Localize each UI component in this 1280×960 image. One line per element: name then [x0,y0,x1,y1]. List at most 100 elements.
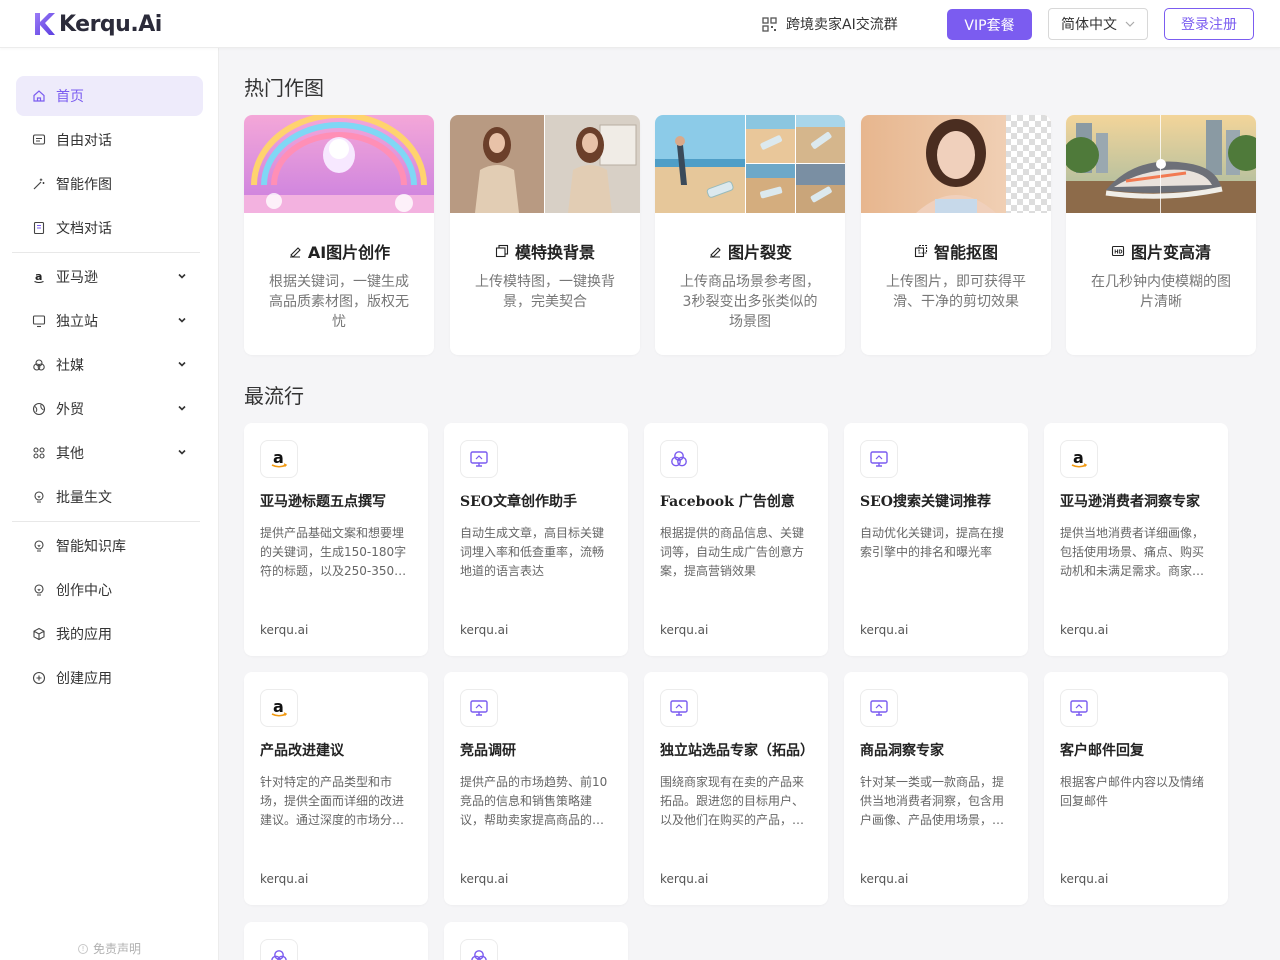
vip-plan-button[interactable]: VIP套餐 [947,9,1032,40]
sidebar-item-foreign-trade[interactable]: 外贸 [16,389,203,429]
app-title: 亚马逊消费者洞察专家 [1060,494,1200,510]
sidebar-item-document-chat[interactable]: 文档对话 [16,208,203,248]
app-title: SEO搜索关键词推荐 [860,494,991,510]
social-icon [260,939,298,960]
app-title: 竞品调研 [460,743,516,759]
sidebar-item-batch-generation[interactable]: 批量生文 [16,477,203,517]
feature-title: AI图片创作 [244,239,434,263]
feature-card-image-fission[interactable]: 图片裂变 上传商品场景参考图，3秒裂变出多张类似的场景图 [655,115,845,355]
app-domain: kerqu.ai [860,872,909,886]
app-card[interactable]: 商品洞察专家 针对某一类或一款商品，提供当地消费者洞察，包含用户画像、产品使用场… [844,672,1028,905]
plus-circle-icon [32,671,46,685]
brush-icon [289,247,301,258]
app-card[interactable]: a 亚马逊标题五点撰写 提供产品基础文案和想要埋的关键词，生成150-180字符… [244,423,428,656]
chat-icon [32,133,46,147]
app-description: 针对某一类或一款商品，提供当地消费者洞察，包含用户画像、产品使用场景，痛点分析 [860,775,1005,827]
sidebar-item-independent-site[interactable]: 独立站 [16,301,203,341]
feature-description: 在几秒钟内使模糊的图片清晰 [1091,274,1231,310]
sidebar-item-smart-drawing[interactable]: 智能作图 [16,164,203,204]
app-title: 独立站选品专家（拓品） [660,743,814,759]
app-card[interactable]: a 产品改进建议 针对特定的产品类型和市场，提供全面而详细的改进建议。通过深度的… [244,672,428,905]
app-description: 针对特定的产品类型和市场，提供全面而详细的改进建议。通过深度的市场分析给出方案 [260,775,405,827]
app-domain: kerqu.ai [660,872,709,886]
chevron-down-icon [178,317,186,323]
login-register-button[interactable]: 登录注册 [1164,8,1254,40]
logo-k-icon [35,13,55,35]
app-card[interactable]: SEO搜索关键词推荐 自动优化关键词，提高在搜索引擎中的排名和曝光率 kerqu… [844,423,1028,656]
app-card[interactable]: 客户邮件回复 根据客户邮件内容以及情绪回复邮件 kerqu.ai [1044,672,1228,905]
app-description: 围绕商家现有在卖的产品来拓品。跟进您的目标用户、以及他们在购买的产品，推荐新品 [660,775,805,827]
feature-thumbnail [655,115,845,213]
app-description: 提供当地消费者详细画像，包括使用场景、痛点、购买动机和未满足需求。商家可据此优化… [1060,526,1205,578]
sidebar-item-label: 其他 [56,446,84,462]
app-description: 提供产品的市场趋势、前10竞品的信息和销售策略建议，帮助卖家提高商品的竞争力 [460,775,608,827]
app-domain: kerqu.ai [460,623,509,637]
sidebar-item-knowledge-base[interactable]: 智能知识库 [16,526,203,566]
app-card[interactable]: Facebook 广告创意 根据提供的商品信息、关键词等，自动生成广告创意方案，… [644,423,828,656]
community-group-link[interactable]: 跨境卖家AI交流群 [762,14,898,34]
brush-icon [709,247,721,258]
social-icon [32,358,46,372]
app-card[interactable]: 独立站选品专家（拓品） 围绕商家现有在卖的产品来拓品。跟进您的目标用户、以及他们… [644,672,828,905]
feature-thumbnail [1066,115,1256,213]
sidebar-item-home[interactable]: 首页 [16,76,203,116]
feature-card-hd-upscale[interactable]: HD 图片变高清 在几秒钟内使模糊的图片清晰 [1066,115,1256,355]
sidebar-item-label: 智能作图 [56,177,112,193]
sidebar-item-others[interactable]: 其他 [16,433,203,473]
feature-thumbnail [861,115,1051,213]
magic-wand-icon [32,177,46,191]
app-domain: kerqu.ai [860,623,909,637]
app-card[interactable]: a 亚马逊消费者洞察专家 提供当地消费者详细画像，包括使用场景、痛点、购买动机和… [1044,423,1228,656]
svg-text:a: a [1073,449,1084,467]
app-card[interactable] [244,922,428,960]
language-select[interactable]: 简体中文 [1048,8,1148,40]
sidebar-item-creation-center[interactable]: 创作中心 [16,570,203,610]
feature-thumbnail [244,115,434,213]
feature-thumbnail [450,115,640,213]
sidebar-item-label: 自由对话 [56,133,112,149]
grid-icon [32,446,46,460]
feature-card-ai-image[interactable]: AI图片创作 根据关键词，一键生成高品质素材图，版权无忧 [244,115,434,355]
logo-text: Kerqu.Ai [59,11,162,37]
feature-card-model-background[interactable]: 模特换背景 上传模特图，一键换背景，完美契合 [450,115,640,355]
sidebar-item-free-chat[interactable]: 自由对话 [16,120,203,160]
disclaimer-link[interactable]: ! 免责声明 [78,940,141,957]
app-card[interactable] [444,922,628,960]
sidebar-item-my-apps[interactable]: 我的应用 [16,614,203,654]
sidebar-item-label: 外贸 [56,402,84,418]
home-icon [32,89,46,103]
app-description: 根据提供的商品信息、关键词等，自动生成广告创意方案，提高营销效果 [660,526,805,578]
app-domain: kerqu.ai [660,623,709,637]
chevron-down-icon [178,449,186,455]
app-title: SEO文章创作助手 [460,494,577,510]
community-group-label: 跨境卖家AI交流群 [786,17,898,33]
app-card[interactable]: SEO文章创作助手 自动生成文章，高目标关键词埋入率和低查重率，流畅地道的语言表… [444,423,628,656]
feature-description: 根据关键词，一键生成高品质素材图，版权无忧 [269,274,409,330]
sidebar-item-amazon[interactable]: a 亚马逊 [16,257,203,297]
document-icon [32,221,46,235]
top-header: Kerqu.Ai 跨境卖家AI交流群 VIP套餐 简体中文 登录注册 [0,0,1280,48]
sidebar-item-label: 独立站 [56,314,98,330]
svg-text:a: a [273,698,284,716]
social-icon [460,939,498,960]
svg-text:a: a [35,270,42,283]
sidebar-item-label: 首页 [56,89,84,105]
logo[interactable]: Kerqu.Ai [32,11,162,37]
sidebar-item-label: 创建应用 [56,671,112,687]
sidebar-item-social-media[interactable]: 社媒 [16,345,203,385]
hd-icon: HD [1111,245,1125,257]
bulb-icon [32,583,46,597]
sidebar-item-create-app[interactable]: 创建应用 [16,658,203,698]
social-icon [660,440,698,478]
sidebar-item-label: 批量生文 [56,490,112,506]
feature-card-smart-cutout[interactable]: 智能抠图 上传图片，即可获得平滑、干净的剪切效果 [861,115,1051,355]
amazon-icon: a [32,270,46,284]
app-card[interactable]: 竞品调研 提供产品的市场趋势、前10竞品的信息和销售策略建议，帮助卖家提高商品的… [444,672,628,905]
feature-title: HD 图片变高清 [1066,239,1256,263]
app-domain: kerqu.ai [260,623,309,637]
chevron-down-icon [178,273,186,279]
app-description: 自动生成文章，高目标关键词埋入率和低查重率，流畅地道的语言表达 [460,526,605,578]
feature-title: 模特换背景 [450,239,640,263]
sidebar: 首页 自由对话 智能作图 文档对话 a 亚马逊 独立站 社媒 外贸 其他 批量生… [0,48,219,960]
cutout-icon [914,244,928,258]
